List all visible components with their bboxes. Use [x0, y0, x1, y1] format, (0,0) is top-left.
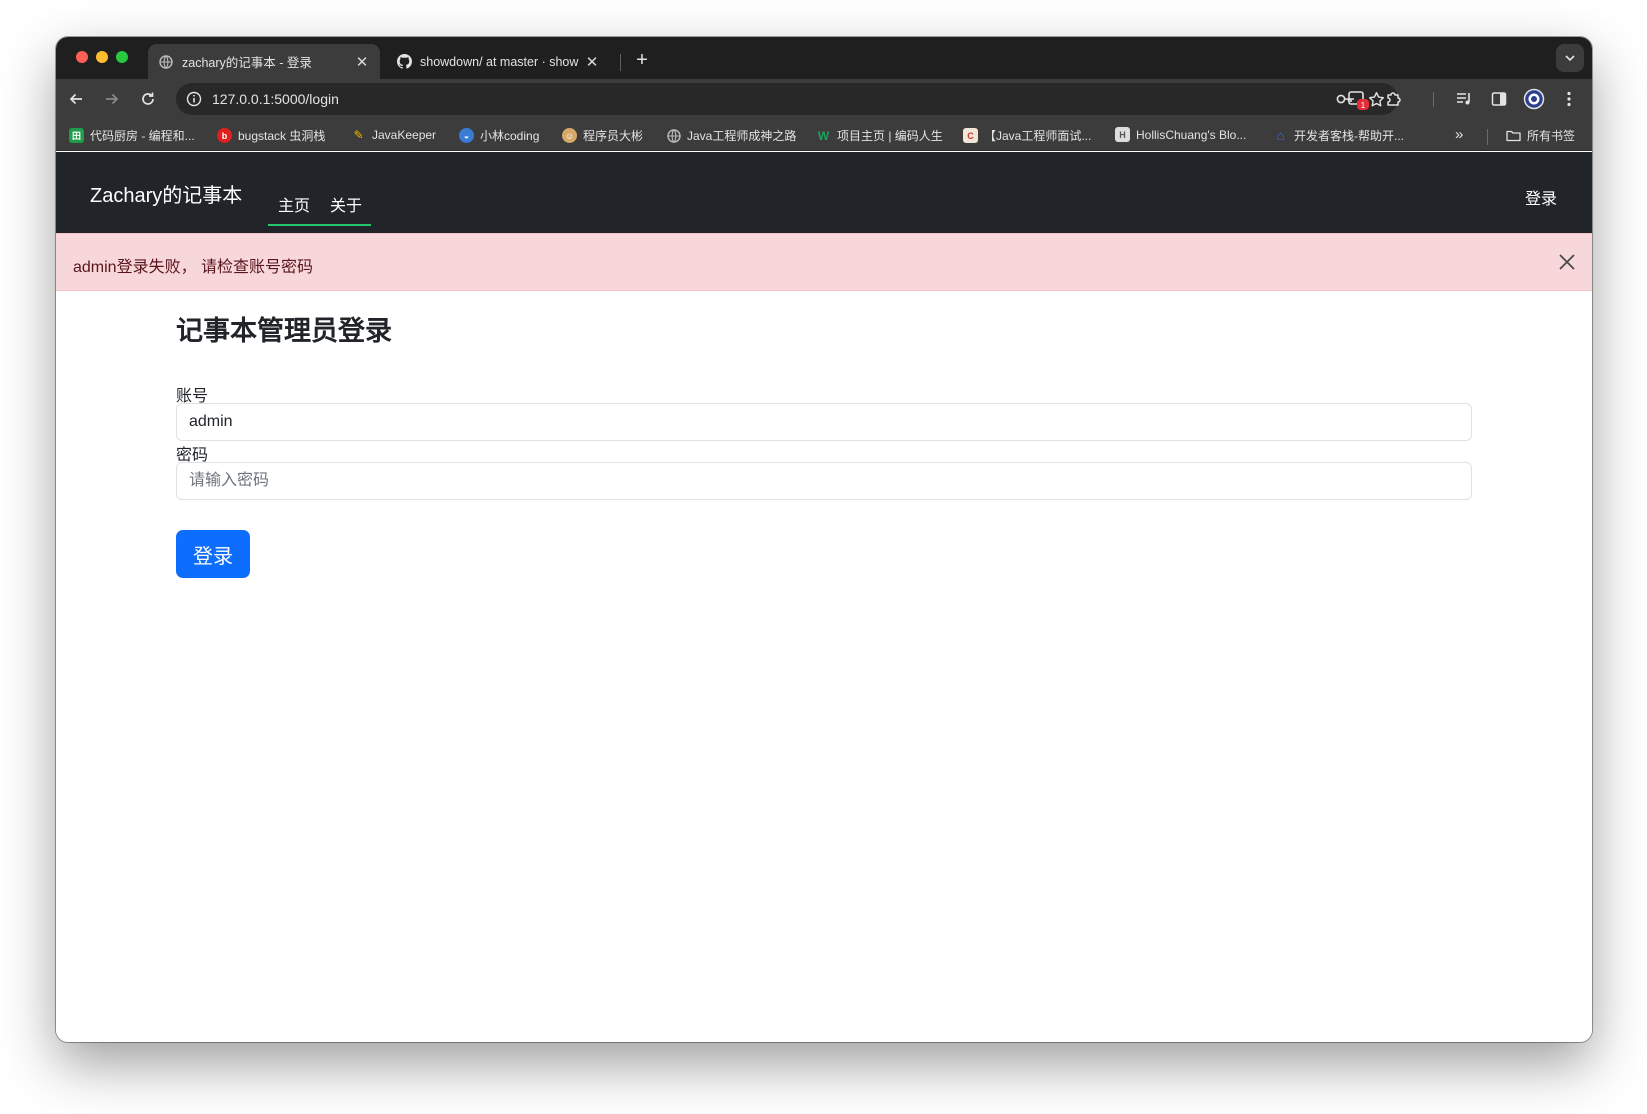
w-icon: W — [817, 128, 830, 143]
tab-search-button[interactable] — [1556, 44, 1584, 72]
close-window-button[interactable] — [76, 51, 88, 63]
extension-badge-icon: 1 — [1348, 91, 1369, 110]
bookmark-label: 程序员大彬 — [583, 129, 644, 143]
site-brand[interactable]: Zachary的记事本 — [90, 179, 242, 208]
bookmark-item[interactable]: W 项目主页 | 编码人生 — [816, 127, 943, 144]
page-title: 记事本管理员登录 — [176, 316, 392, 346]
maximize-window-button[interactable] — [116, 51, 128, 63]
account-input[interactable] — [176, 403, 1472, 441]
bookmark-label: 小林coding — [480, 129, 540, 143]
alert-message: admin登录失败， 请检查账号密码 — [73, 259, 314, 276]
bookmark-item[interactable]: ✎ JavaKeeper — [351, 127, 436, 142]
more-bookmarks-button[interactable]: » — [1455, 126, 1463, 143]
media-button[interactable] — [1450, 85, 1478, 113]
page-content: Zachary的记事本 主页 关于 登录 admin登录失败， 请检查账号密码 … — [56, 152, 1592, 1042]
error-alert: admin登录失败， 请检查账号密码 — [56, 233, 1592, 291]
avatar — [1523, 88, 1545, 110]
password-input[interactable] — [176, 462, 1472, 500]
bookmark-label: 代码厨房 - 编程和... — [90, 129, 195, 143]
alert-close-button[interactable] — [1556, 251, 1578, 273]
all-bookmarks-label: 所有书签 — [1527, 129, 1576, 143]
extension-button[interactable]: 1 — [1344, 85, 1372, 113]
login-button[interactable]: 登录 — [176, 530, 250, 578]
arrow-right-icon — [106, 93, 119, 105]
tab-strip: zachary的记事本 - 登录 ✕ showdown/ at master ·… — [56, 37, 1592, 79]
arrow-left-icon — [69, 93, 82, 105]
bookmark-item[interactable]: H HollisChuang's Blo... — [1115, 127, 1246, 142]
url-text[interactable]: 127.0.0.1:5000/login — [212, 91, 339, 107]
nav-link-home[interactable]: 主页 — [278, 192, 310, 216]
blog-icon: H — [1115, 127, 1130, 142]
nav-login-link[interactable]: 登录 — [1525, 185, 1557, 209]
browser-toolbar: 127.0.0.1:5000/login 1 — [56, 79, 1592, 119]
face-icon: ☺ — [562, 128, 577, 143]
house-icon: ⌂ — [1276, 128, 1285, 143]
music-queue-icon — [1457, 93, 1470, 105]
toolbar-separator — [1433, 92, 1434, 107]
bookmark-label: bugstack 虫洞栈 — [238, 129, 326, 143]
window-controls — [76, 51, 128, 63]
bookmark-item[interactable]: ☺ 程序员大彬 — [562, 127, 643, 144]
browser-menu-button[interactable] — [1555, 85, 1583, 113]
close-icon — [1559, 254, 1575, 270]
doc-icon: C — [963, 128, 978, 143]
bookmark-item[interactable]: b bugstack 虫洞栈 — [217, 127, 325, 144]
reload-icon — [142, 92, 154, 105]
globe-icon — [666, 128, 681, 143]
more-vertical-icon — [1567, 91, 1571, 107]
tab-close-icon[interactable]: ✕ — [354, 53, 370, 71]
bookmark-label: Java工程师成神之路 — [687, 129, 797, 143]
extension-badge-count: 1 — [1361, 101, 1366, 110]
tab-inactive[interactable]: showdown/ at master · show ✕ — [386, 44, 610, 79]
tab-title: zachary的记事本 - 登录 — [182, 56, 312, 70]
minimize-window-button[interactable] — [96, 51, 108, 63]
back-button[interactable] — [62, 85, 90, 113]
side-panel-button[interactable] — [1485, 85, 1513, 113]
bookmark-label: 开发者客栈-帮助开... — [1294, 129, 1404, 143]
site-navbar: Zachary的记事本 主页 关于 登录 — [56, 152, 1592, 233]
bookmark-item[interactable]: C 【Java工程师面试... — [963, 127, 1091, 144]
address-bar[interactable]: 127.0.0.1:5000/login — [176, 83, 1398, 115]
bookmarks-separator — [1487, 129, 1488, 145]
folder-icon — [1506, 128, 1521, 143]
nav-active-indicator — [268, 224, 371, 226]
profile-button[interactable] — [1520, 85, 1548, 113]
bug-icon: b — [217, 128, 232, 143]
github-icon — [396, 54, 412, 70]
side-panel-icon — [1491, 92, 1507, 106]
nav-link-about[interactable]: 关于 — [330, 192, 362, 216]
globe-icon — [158, 54, 174, 70]
keeper-icon: ✎ — [353, 127, 364, 142]
bookmark-item[interactable]: 田代码厨房 - 编程和... — [69, 127, 195, 144]
tab-close-icon[interactable]: ✕ — [584, 53, 600, 71]
puzzle-icon — [1387, 92, 1401, 106]
extensions-menu-button[interactable] — [1380, 85, 1408, 113]
bookmark-item[interactable]: ◒ 小林coding — [459, 127, 539, 144]
site-info-icon[interactable] — [185, 90, 203, 108]
tab-active[interactable]: zachary的记事本 - 登录 ✕ — [148, 44, 380, 79]
tab-title: showdown/ at master · show — [420, 54, 579, 69]
bookmark-label: 【Java工程师面试... — [984, 129, 1092, 143]
bookmark-label: JavaKeeper — [372, 127, 437, 142]
bookmark-label: 项目主页 | 编码人生 — [837, 129, 943, 143]
grid-icon: 田 — [69, 128, 84, 143]
new-tab-button[interactable]: + — [628, 46, 656, 74]
bookmark-item[interactable]: Java工程师成神之路 — [666, 127, 796, 144]
reload-button[interactable] — [134, 85, 162, 113]
coding-icon: ◒ — [459, 128, 474, 143]
tab-separator — [620, 54, 621, 71]
double-chevron-right-icon: » — [1455, 126, 1464, 143]
browser-window: zachary的记事本 - 登录 ✕ showdown/ at master ·… — [56, 37, 1592, 1042]
bookmark-label: HollisChuang's Blo... — [1136, 127, 1247, 142]
chevron-down-icon — [1565, 55, 1575, 62]
bookmarks-bar: 田代码厨房 - 编程和... b bugstack 虫洞栈 ✎ JavaKeeper… — [56, 119, 1592, 151]
forward-button[interactable] — [98, 85, 126, 113]
bookmark-item[interactable]: ⌂ 开发者客栈-帮助开... — [1273, 127, 1404, 144]
all-bookmarks-button[interactable]: 所有书签 — [1506, 127, 1575, 144]
